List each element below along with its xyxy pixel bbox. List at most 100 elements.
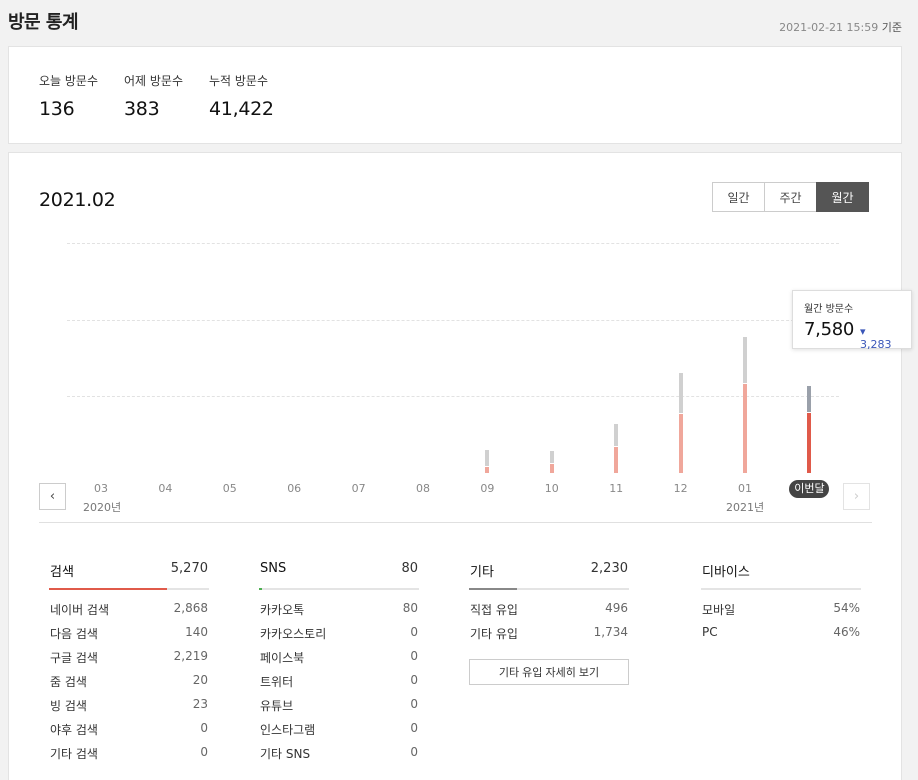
search-row-label: 야후 검색: [50, 723, 98, 737]
next-period-button[interactable]: ›: [843, 483, 870, 510]
chart-bar-previous[interactable]: [614, 424, 619, 446]
stat-yesterday-label: 어제 방문수: [124, 74, 184, 88]
chevron-right-icon: ›: [853, 489, 860, 504]
search-total: 5,270: [170, 561, 208, 576]
sns-stats: SNS 80 카카오톡 80 카카오스토리 0 페이스북 0 트위터 0 유튜브 0 인스타그램 0 기타…: [259, 561, 419, 769]
chart-bar-new[interactable]: [678, 414, 683, 473]
sns-total: 80: [401, 561, 418, 576]
etc-detail-button[interactable]: 기타 유입 자세히 보기: [469, 659, 629, 685]
device-row: PC 46%: [701, 625, 861, 649]
chart-bar-previous[interactable]: [743, 337, 747, 383]
device-row-label: 모바일: [702, 603, 736, 617]
sns-row-label: 카카오스토리: [260, 627, 327, 641]
period-title: 2021.02: [39, 189, 116, 211]
search-stats: 검색 5,270 네이버 검색 2,868 다음 검색 140 구글 검색 2,219 줌 검…: [49, 561, 209, 769]
search-row: 구글 검색 2,219: [49, 649, 209, 673]
chevron-left-icon: ‹: [49, 489, 56, 504]
x-tick-label[interactable]: 이번달: [789, 480, 830, 498]
stat-today-label: 오늘 방문수: [39, 74, 99, 88]
period-tabs: 일간 주간 월간: [712, 182, 869, 212]
sns-row-label: 인스타그램: [260, 723, 316, 737]
search-rows: 네이버 검색 2,868 다음 검색 140 구글 검색 2,219 줌 검색 20 빙 검색 2…: [49, 601, 209, 769]
chart-card: 2021.02 일간 주간 월간 03 04 05 06 07 08 09 10 11 12 01 이…: [8, 152, 912, 780]
search-row: 다음 검색 140: [49, 625, 209, 649]
tooltip-change-value: 3,283: [860, 338, 892, 351]
search-row-value: 23: [192, 697, 208, 711]
sns-row: 카카오스토리 0: [259, 625, 419, 649]
search-row-label: 구글 검색: [50, 651, 98, 665]
gridline: [67, 243, 839, 244]
sns-title: SNS: [260, 561, 287, 576]
divider: [39, 522, 872, 523]
chart-bar-previous[interactable]: [807, 386, 812, 412]
search-row-label: 줌 검색: [50, 675, 87, 689]
gridline: [67, 320, 839, 321]
device-title: 디바이스: [702, 565, 750, 580]
etc-rows: 직접 유입 496 기타 유입 1,734: [469, 601, 629, 649]
search-row: 빙 검색 23: [49, 697, 209, 721]
x-tick-label: 01: [738, 482, 752, 495]
sns-row-value: 0: [410, 649, 418, 663]
etc-row-label: 직접 유입: [470, 603, 518, 617]
stat-today: 오늘 방문수 136: [39, 72, 98, 120]
tooltip-label: 월간 방문수: [804, 304, 854, 315]
tooltip-value: 7,580: [804, 319, 855, 340]
etc-row-label: 기타 유입: [470, 627, 518, 641]
caret-down-icon: ▾: [860, 325, 866, 338]
search-row: 줌 검색 20: [49, 673, 209, 697]
timestamp-value: 2021-02-21 15:59: [779, 21, 879, 34]
prev-period-button[interactable]: ‹: [39, 483, 66, 510]
sns-row-label: 기타 SNS: [260, 747, 311, 761]
device-row-value: 46%: [833, 625, 860, 639]
sns-row-value: 0: [410, 721, 418, 735]
search-row: 네이버 검색 2,868: [49, 601, 209, 625]
sns-row: 유튜브 0: [259, 697, 419, 721]
tab-daily[interactable]: 일간: [712, 182, 765, 212]
chart-bar-new[interactable]: [743, 384, 747, 473]
stat-total-label: 누적 방문수: [209, 74, 269, 88]
sns-row-value: 0: [410, 745, 418, 759]
timestamp-suffix: 기준: [881, 21, 902, 34]
sns-row-label: 유튜브: [260, 699, 294, 713]
sns-row-value: 0: [410, 625, 418, 639]
search-row-value: 2,219: [173, 649, 208, 663]
etc-share-bar: [469, 588, 517, 590]
etc-row-value: 496: [605, 601, 628, 615]
chart-bar-new[interactable]: [485, 467, 490, 473]
device-row-label: PC: [702, 625, 718, 639]
stat-today-value: 136: [39, 98, 75, 120]
tab-weekly[interactable]: 주간: [764, 182, 817, 212]
search-row-value: 0: [200, 721, 208, 735]
tab-monthly[interactable]: 월간: [816, 182, 869, 212]
x-tick-label: 08: [416, 482, 430, 495]
sns-row-label: 트위터: [260, 675, 294, 689]
search-row-value: 20: [192, 673, 208, 687]
chart-bar-previous[interactable]: [485, 450, 490, 466]
sns-row-value: 0: [410, 673, 418, 687]
tooltip-change: ▾ 3,283: [860, 325, 900, 351]
chart-bar-new[interactable]: [807, 413, 812, 473]
etc-total: 2,230: [590, 561, 628, 576]
sns-row-label: 카카오톡: [260, 603, 305, 617]
chart-bar-new[interactable]: [549, 464, 554, 473]
stat-yesterday: 어제 방문수 383: [124, 72, 183, 120]
sns-row: 인스타그램 0: [259, 721, 419, 745]
x-tick-label: 12: [673, 482, 688, 495]
chart-bar-previous[interactable]: [678, 373, 683, 413]
sns-row: 기타 SNS 0: [259, 745, 419, 769]
etc-title: 기타: [470, 565, 494, 580]
timestamp: 2021-02-21 15:59 기준: [779, 19, 902, 35]
search-title: 검색: [50, 565, 74, 580]
gridline: [67, 396, 839, 397]
etc-row: 기타 유입 1,734: [469, 625, 629, 649]
sns-row: 페이스북 0: [259, 649, 419, 673]
chart-bar-previous[interactable]: [549, 451, 554, 463]
search-row-label: 빙 검색: [50, 699, 87, 713]
x-tick-label: 03: [94, 482, 108, 495]
x-tick-label: 11: [609, 482, 624, 495]
sns-share-bar: [259, 588, 263, 590]
chart-bar-new[interactable]: [614, 447, 619, 473]
summary-card: 오늘 방문수 136 어제 방문수 383 누적 방문수 41,422: [8, 46, 902, 144]
search-row-value: 0: [200, 745, 208, 759]
x-tick-label: 06: [287, 482, 302, 495]
